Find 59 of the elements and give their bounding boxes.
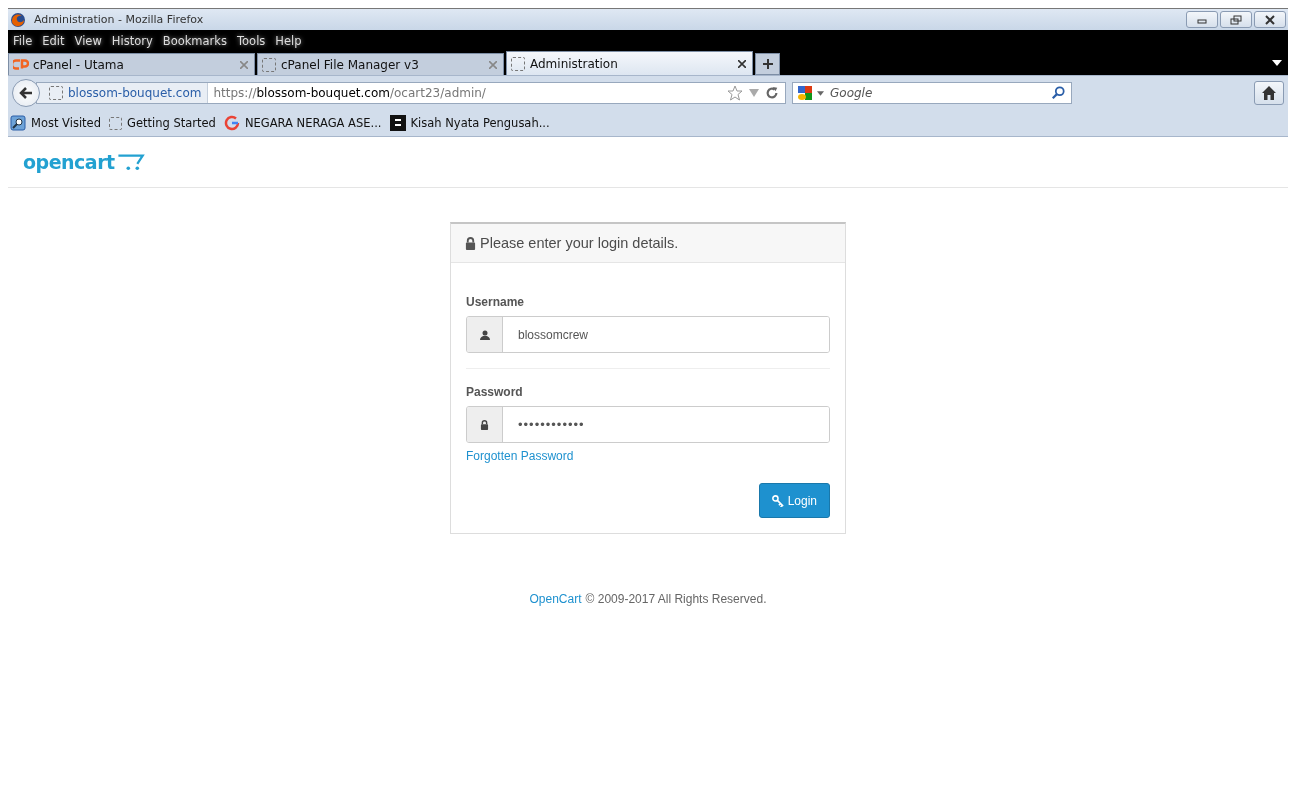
menu-item[interactable]: Help <box>275 33 302 48</box>
blank-page-icon <box>49 86 63 100</box>
browser-tab[interactable]: cPanel - Utama <box>8 53 255 75</box>
dropdown-arrow-icon[interactable] <box>817 90 824 96</box>
blank-page-icon <box>511 56 525 71</box>
menu-item[interactable]: Edit <box>42 33 65 48</box>
user-icon <box>479 329 490 340</box>
opencart-link[interactable]: OpenCart <box>529 592 582 606</box>
search-bar[interactable]: Google <box>792 82 1072 104</box>
browser-tab[interactable]: cPanel File Manager v3 <box>257 53 504 75</box>
window-title: Administration - Mozilla Firefox <box>34 13 204 26</box>
menu-item[interactable]: File <box>13 33 33 48</box>
restore-icon <box>1230 14 1242 25</box>
field-label: Username <box>466 295 526 309</box>
back-button[interactable] <box>12 79 40 107</box>
username-input-group[interactable]: blossomcrew <box>466 316 830 353</box>
close-button[interactable] <box>1254 11 1286 28</box>
reload-icon[interactable] <box>765 86 779 100</box>
google-engine-icon[interactable] <box>797 85 813 101</box>
key-icon <box>771 494 784 507</box>
bookmark-item[interactable]: Getting Started <box>109 116 216 130</box>
tab-close-icon[interactable] <box>738 59 746 68</box>
blank-page-icon <box>262 57 276 72</box>
address-bar[interactable]: blossom-bouquet.com https://blossom-bouquet.com/ocart23/admin/ <box>36 82 786 104</box>
browser-logo-icon <box>10 11 26 28</box>
bookmark-item[interactable]: NEGARA NERAGA ASE... <box>223 115 382 131</box>
search-page-icon <box>10 115 26 131</box>
dark-square-icon <box>389 115 406 131</box>
forgotten-password-link[interactable]: Forgotten Password <box>466 449 574 463</box>
menu-item[interactable]: Bookmarks <box>162 33 227 48</box>
blank-page-icon <box>109 116 122 130</box>
lock-icon <box>465 236 476 250</box>
menu-item[interactable]: Tools <box>237 33 266 48</box>
home-icon <box>1261 85 1277 101</box>
browser-tab[interactable]: Administration <box>506 51 753 75</box>
cpanel-logo-icon <box>13 58 29 71</box>
minimize-button[interactable] <box>1186 11 1218 28</box>
menu-item[interactable]: History <box>111 33 153 48</box>
copyright-text: © 2009-2017 All Rights Reserved. <box>585 592 767 606</box>
lock-icon <box>480 419 489 430</box>
site-identity-button[interactable]: blossom-bouquet.com <box>37 83 209 103</box>
home-button[interactable] <box>1254 81 1284 105</box>
tab-list-dropdown-icon[interactable] <box>1272 60 1282 66</box>
search-icon[interactable] <box>1051 86 1065 100</box>
plus-icon <box>761 58 774 70</box>
field-label: Password <box>466 385 524 399</box>
new-tab-button[interactable] <box>755 53 780 75</box>
google-logo-icon <box>223 115 240 131</box>
star-icon[interactable] <box>727 85 743 101</box>
restore-button[interactable] <box>1220 11 1252 28</box>
login-button[interactable]: Login <box>758 483 830 518</box>
close-icon <box>1264 14 1276 25</box>
bookmark-item[interactable]: Most Visited <box>10 115 101 131</box>
bookmark-item[interactable]: Kisah Nyata Pengusah... <box>389 115 550 131</box>
panel-title: Please enter your login details. <box>480 235 679 251</box>
password-input-group[interactable]: •••••••••••• <box>466 406 830 443</box>
back-arrow-icon <box>18 85 34 101</box>
url-text: https://blossom-bouquet.com/ocart23/admin/ <box>212 86 487 100</box>
menu-item[interactable]: View <box>74 33 102 48</box>
